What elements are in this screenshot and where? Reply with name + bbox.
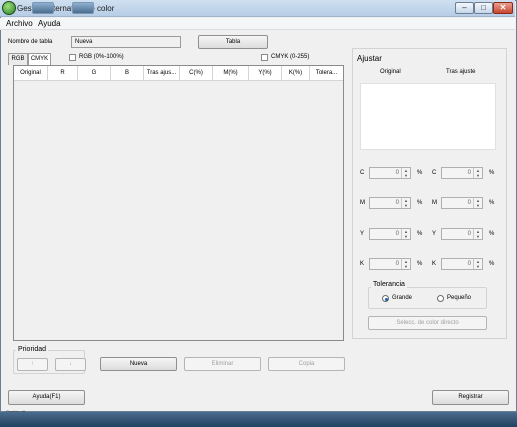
table-button[interactable]: Tabla [198, 35, 268, 49]
stepper-arrows-icon[interactable]: ▲ ▼ [473, 259, 482, 269]
percent-sign: % [489, 231, 495, 237]
percent-sign: % [417, 200, 423, 206]
tolerance-large-radio[interactable] [382, 295, 389, 302]
register-button[interactable]: Registrar [432, 390, 509, 405]
adjusted-heading: Tras ajuste [446, 69, 476, 75]
minimize-button[interactable]: – [455, 2, 474, 14]
tolerance-label: Tolerancia [371, 281, 407, 288]
adjusted-m-stepper[interactable]: 0 ▲ ▼ [441, 197, 483, 209]
column-header-g[interactable]: G [78, 66, 111, 81]
cmyk-255-label: CMYK (0-255) [271, 54, 310, 60]
table-header: Original R G B Tras ajus... C(%) M(%) Y(… [14, 66, 343, 81]
original-y-stepper[interactable]: 0 ▲ ▼ [369, 228, 411, 240]
help-button[interactable]: Ayuda(F1) [8, 390, 85, 405]
column-header-m[interactable]: M(%) [213, 66, 249, 81]
channel-letter-m: M [360, 200, 365, 206]
start-orb-icon[interactable] [2, 1, 16, 15]
delete-button[interactable]: Eliminar [184, 357, 261, 371]
menu-ayuda[interactable]: Ayuda [38, 19, 61, 28]
percent-sign: % [489, 200, 495, 206]
adjusted-c-stepper[interactable]: 0 ▲ ▼ [441, 167, 483, 179]
column-header-c[interactable]: C(%) [180, 66, 213, 81]
stepper-arrows-icon[interactable]: ▲ ▼ [401, 168, 410, 178]
color-table[interactable]: Original R G B Tras ajus... C(%) M(%) Y(… [13, 65, 344, 341]
column-header-tolerance[interactable]: Tolera... [310, 66, 343, 81]
table-name-label: Nombre de tabla [8, 39, 53, 45]
tab-cmyk[interactable]: CMYK [28, 53, 51, 65]
rgb-percent-label: RGB (0%-100%) [79, 54, 124, 60]
original-c-stepper[interactable]: 0 ▲ ▼ [369, 167, 411, 179]
copy-button[interactable]: Copia [268, 357, 345, 371]
tolerance-small-label: Pequeño [447, 295, 472, 301]
menu-archivo[interactable]: Archivo [6, 19, 33, 28]
column-header-b[interactable]: B [111, 66, 144, 81]
close-button[interactable]: ✕ [493, 2, 513, 14]
column-header-k[interactable]: K(%) [282, 66, 310, 81]
percent-sign: % [417, 231, 423, 237]
adjust-title: Ajustar [357, 54, 382, 63]
stepper-arrows-icon[interactable]: ▲ ▼ [401, 198, 410, 208]
channel-letter-c: C [360, 170, 365, 176]
stepper-arrows-icon[interactable]: ▲ ▼ [473, 198, 482, 208]
adjusted-k-stepper[interactable]: 0 ▲ ▼ [441, 258, 483, 270]
channel-letter-k: K [360, 261, 365, 267]
taskbar-app-icon[interactable] [72, 2, 94, 14]
maximize-button[interactable]: □ [474, 2, 493, 14]
adjusted-y-stepper[interactable]: 0 ▲ ▼ [441, 228, 483, 240]
priority-label: Prioridad [16, 346, 49, 353]
percent-sign: % [489, 261, 495, 267]
tab-rgb[interactable]: RGB [8, 53, 28, 65]
color-preview [360, 83, 496, 150]
channel-letter-c-adjusted: C [432, 170, 437, 176]
column-header-r[interactable]: R [48, 66, 78, 81]
percent-sign: % [417, 170, 423, 176]
stepper-arrows-icon[interactable]: ▲ ▼ [401, 259, 410, 269]
percent-sign: % [489, 170, 495, 176]
new-button[interactable]: Nueva [100, 357, 177, 371]
stepper-arrows-icon[interactable]: ▲ ▼ [473, 168, 482, 178]
taskbar [0, 412, 517, 427]
cmyk-255-checkbox[interactable] [261, 54, 268, 61]
original-heading: Original [380, 69, 401, 75]
tolerance-large-label: Grande [392, 295, 413, 301]
priority-up-button[interactable]: ↑ [17, 358, 48, 371]
channel-letter-y: Y [360, 231, 365, 237]
priority-down-button[interactable]: ↓ [55, 358, 86, 371]
stepper-arrows-icon[interactable]: ▲ ▼ [473, 229, 482, 239]
table-name-field[interactable]: Nueva [71, 36, 181, 48]
channel-letter-k-adjusted: K [432, 261, 437, 267]
tolerance-small-radio[interactable] [437, 295, 444, 302]
original-k-stepper[interactable]: 0 ▲ ▼ [369, 258, 411, 270]
taskbar-folder-icon[interactable] [32, 2, 54, 14]
stepper-arrows-icon[interactable]: ▲ ▼ [401, 229, 410, 239]
original-m-stepper[interactable]: 0 ▲ ▼ [369, 197, 411, 209]
channel-letter-m-adjusted: M [432, 200, 437, 206]
direct-color-button[interactable]: Selecc. de color directo [368, 316, 487, 330]
percent-sign: % [417, 261, 423, 267]
menu-bar [0, 18, 515, 30]
column-header-y[interactable]: Y(%) [249, 66, 282, 81]
column-header-adjusted[interactable]: Tras ajus... [144, 66, 180, 81]
rgb-percent-checkbox[interactable] [69, 54, 76, 61]
column-header-original[interactable]: Original [14, 66, 48, 81]
channel-letter-y-adjusted: Y [432, 231, 437, 237]
